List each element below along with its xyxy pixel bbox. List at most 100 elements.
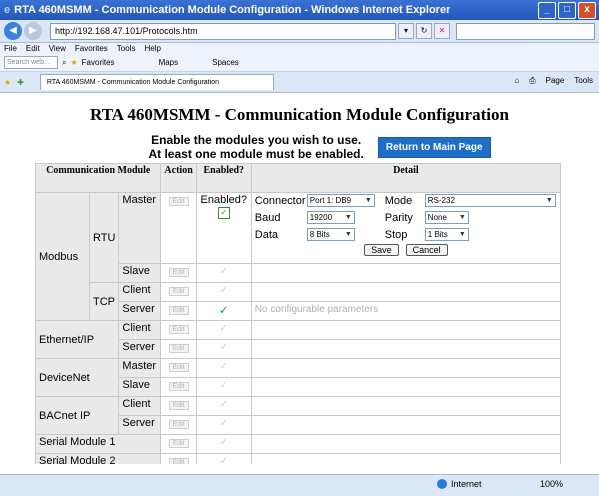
window-title: RTA 460MSMM - Communication Module Confi… xyxy=(14,4,451,16)
edit-button-rtu-master[interactable]: Edit xyxy=(168,197,189,206)
save-button[interactable]: Save xyxy=(364,244,399,256)
enabled-check-icon[interactable]: ✓ xyxy=(219,303,229,317)
url-field[interactable]: http://192.168.47.101/Protocols.htm xyxy=(50,22,396,40)
row-label-serial-module-1: Serial Module 1 xyxy=(34,434,162,454)
row-label-devicenet-slave: Slave xyxy=(118,377,162,397)
edit-button-ethernetip-client[interactable]: Edit xyxy=(168,325,189,334)
row-label-devicenet-master: Master xyxy=(118,358,162,378)
back-button[interactable]: ◀ xyxy=(4,22,22,40)
disabled-check-icon: ✓ xyxy=(219,418,228,429)
dropdown-icon[interactable]: ▾ xyxy=(398,23,414,39)
serial-1-detail xyxy=(250,434,562,454)
page-menu[interactable]: Page xyxy=(546,76,565,86)
parity-label: Parity xyxy=(384,211,413,224)
header-enabled: Enabled? xyxy=(195,163,252,193)
edit-button-devicenet-slave[interactable]: Edit xyxy=(168,382,189,391)
edit-button-tcp-client[interactable]: Edit xyxy=(168,287,189,296)
edit-button-devicenet-master[interactable]: Edit xyxy=(168,363,189,372)
spaces-link[interactable]: Spaces xyxy=(212,58,239,67)
rtu-master-enabled-label: Enabled? xyxy=(200,194,248,206)
connector-select[interactable]: Port 1: DB9 ▼ xyxy=(306,194,375,207)
window-titlebar: e RTA 460MSMM - Communication Module Con… xyxy=(0,0,599,20)
rtu-slave-detail xyxy=(250,263,562,283)
baud-select[interactable]: 19200 ▼ xyxy=(306,211,355,224)
page-content: RTA 460MSMM - Communication Module Confi… xyxy=(0,93,599,464)
row-label-rtu-master: Master xyxy=(118,192,162,264)
stop-icon[interactable]: ✕ xyxy=(434,23,450,39)
edit-button-tcp-server[interactable]: Edit xyxy=(168,306,189,315)
mode-label: Mode xyxy=(384,194,413,207)
return-to-main-page-button[interactable]: Return to Main Page xyxy=(377,136,491,158)
ethernetip-client-detail xyxy=(250,320,562,340)
rtu-master-detail-grid: Connector Port 1: DB9 ▼ Mode RS-232 ▼ Baud… xyxy=(255,194,557,241)
toolbar-search-input[interactable]: Search web... xyxy=(4,56,58,69)
edit-button-bacnet-client[interactable]: Edit xyxy=(168,401,189,410)
minimize-button[interactable]: _ xyxy=(538,2,556,19)
menu-toolbar-area: File Edit View Favorites Tools Help Sear… xyxy=(0,43,599,72)
forward-button[interactable]: ▶ xyxy=(24,22,42,40)
disabled-check-icon: ✓ xyxy=(219,437,228,448)
maps-link[interactable]: Maps xyxy=(159,58,179,67)
connector-label: Connector xyxy=(254,194,306,207)
tab-bar: ★ ✚ RTA 460MSMM - Communication Module C… xyxy=(0,72,599,93)
menu-edit[interactable]: Edit xyxy=(26,44,40,53)
live-search-input[interactable] xyxy=(456,22,595,40)
edit-button-serial-1[interactable]: Edit xyxy=(168,439,189,448)
mode-select[interactable]: RS-232 ▼ xyxy=(424,194,556,207)
menu-view[interactable]: View xyxy=(49,44,66,53)
bacnet-client-detail xyxy=(250,396,562,416)
parity-value: None xyxy=(427,213,447,222)
row-label-ethernetip-server: Server xyxy=(118,339,162,359)
favorites-link[interactable]: Favorites xyxy=(82,58,115,67)
zoom-level[interactable]: 100% xyxy=(540,479,563,489)
home-icon[interactable]: ⌂ xyxy=(514,76,519,86)
zone-label: Internet xyxy=(451,479,482,489)
mode-value: RS-232 xyxy=(427,196,455,205)
chevron-down-icon: ▼ xyxy=(545,197,553,204)
menu-file[interactable]: File xyxy=(4,44,17,53)
rtu-master-detail: Connector Port 1: DB9 ▼ Mode RS-232 ▼ Baud… xyxy=(250,192,562,264)
cancel-button[interactable]: Cancel xyxy=(405,244,448,256)
edit-button-serial-2[interactable]: Edit xyxy=(168,458,189,464)
row-label-rtu: RTU xyxy=(88,192,120,283)
instruction-line-1: Enable the modules you wish to use. xyxy=(151,133,362,147)
ethernetip-server-detail xyxy=(250,339,562,359)
row-label-devicenet: DeviceNet xyxy=(34,358,120,397)
edit-button-ethernetip-server[interactable]: Edit xyxy=(168,344,189,353)
close-button[interactable]: x xyxy=(578,2,596,19)
status-bar: Internet 100% xyxy=(0,474,599,496)
parity-select[interactable]: None ▼ xyxy=(424,211,469,224)
row-label-serial-module-2: Serial Module 2 xyxy=(34,453,162,464)
rtu-master-enabled-checkbox[interactable]: ✓ xyxy=(217,207,230,219)
row-label-bacnet-server: Server xyxy=(118,415,162,435)
menu-tools[interactable]: Tools xyxy=(117,44,136,53)
disabled-check-icon: ✓ xyxy=(219,361,228,372)
favorites-center-icon[interactable]: ★ xyxy=(4,78,11,87)
module-config-table: Communication Module Action Enabled? Det… xyxy=(34,163,562,464)
row-label-ethernetip: Ethernet/IP xyxy=(34,320,120,359)
edit-button-rtu-slave[interactable]: Edit xyxy=(168,268,189,277)
data-bits-select[interactable]: 8 Bits ▼ xyxy=(306,228,355,241)
devicenet-master-detail xyxy=(250,358,562,378)
chevron-down-icon: ▼ xyxy=(344,231,352,238)
refresh-icon[interactable]: ↻ xyxy=(416,23,432,39)
row-label-tcp-client: Client xyxy=(118,282,162,302)
edit-button-bacnet-server[interactable]: Edit xyxy=(168,420,189,429)
menu-help[interactable]: Help xyxy=(144,44,160,53)
devicenet-slave-detail xyxy=(250,377,562,397)
menu-favorites[interactable]: Favorites xyxy=(75,44,108,53)
globe-icon xyxy=(437,479,447,489)
add-favorite-icon[interactable]: ✚ xyxy=(17,78,24,87)
tab-rta-config[interactable]: RTA 460MSMM - Communication Module Confi… xyxy=(39,74,274,90)
tools-menu[interactable]: Tools xyxy=(574,76,593,86)
row-label-bacnet-client: Client xyxy=(118,396,162,416)
maximize-button[interactable]: □ xyxy=(558,2,576,19)
search-icon[interactable]: ⌕ xyxy=(62,58,66,68)
disabled-check-icon: ✓ xyxy=(219,266,228,277)
favorites-star-icon[interactable]: ★ xyxy=(70,58,77,67)
print-icon[interactable]: ⎙ xyxy=(529,76,535,86)
menu-bar: File Edit View Favorites Tools Help xyxy=(4,44,161,53)
stop-bits-select[interactable]: 1 Bits ▼ xyxy=(424,228,469,241)
data-label: Data xyxy=(254,228,279,241)
disabled-check-icon: ✓ xyxy=(219,399,228,410)
